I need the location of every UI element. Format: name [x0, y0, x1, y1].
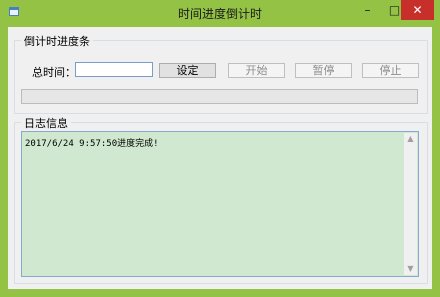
pause-button[interactable]: 暂停 — [295, 63, 352, 78]
scroll-down-icon[interactable]: ▼ — [404, 263, 417, 275]
start-button[interactable]: 开始 — [228, 63, 285, 78]
log-groupbox: 日志信息 2017/6/24 9:57:50进度完成! ▲ ▼ — [14, 115, 428, 284]
total-time-label: 总时间： — [32, 66, 76, 79]
log-group-title: 日志信息 — [21, 115, 71, 131]
close-button[interactable]: ✕ — [401, 0, 434, 20]
minimize-button[interactable]: – — [354, 0, 381, 20]
title-bar[interactable]: 时间进度倒计时 – □ ✕ — [0, 0, 440, 26]
stop-button[interactable]: 停止 — [362, 63, 419, 78]
countdown-progress-bar — [21, 89, 418, 104]
total-time-input[interactable] — [75, 62, 153, 77]
log-vertical-scrollbar[interactable]: ▲ ▼ — [404, 133, 417, 275]
client-area: 倒计时进度条 总时间： 设定 开始 暂停 停止 日志信息 2017/6/24 9… — [8, 27, 432, 289]
log-line: 2017/6/24 9:57:50进度完成! — [25, 139, 159, 149]
scroll-up-icon[interactable]: ▲ — [404, 133, 417, 145]
log-textarea[interactable]: 2017/6/24 9:57:50进度完成! ▲ ▼ — [21, 131, 419, 277]
countdown-group-title: 倒计时进度条 — [21, 33, 93, 49]
set-button[interactable]: 设定 — [159, 63, 216, 78]
main-window: 时间进度倒计时 – □ ✕ 倒计时进度条 总时间： 设定 开始 暂停 停止 日志… — [0, 0, 440, 297]
countdown-groupbox: 倒计时进度条 总时间： 设定 开始 暂停 停止 — [14, 33, 428, 114]
